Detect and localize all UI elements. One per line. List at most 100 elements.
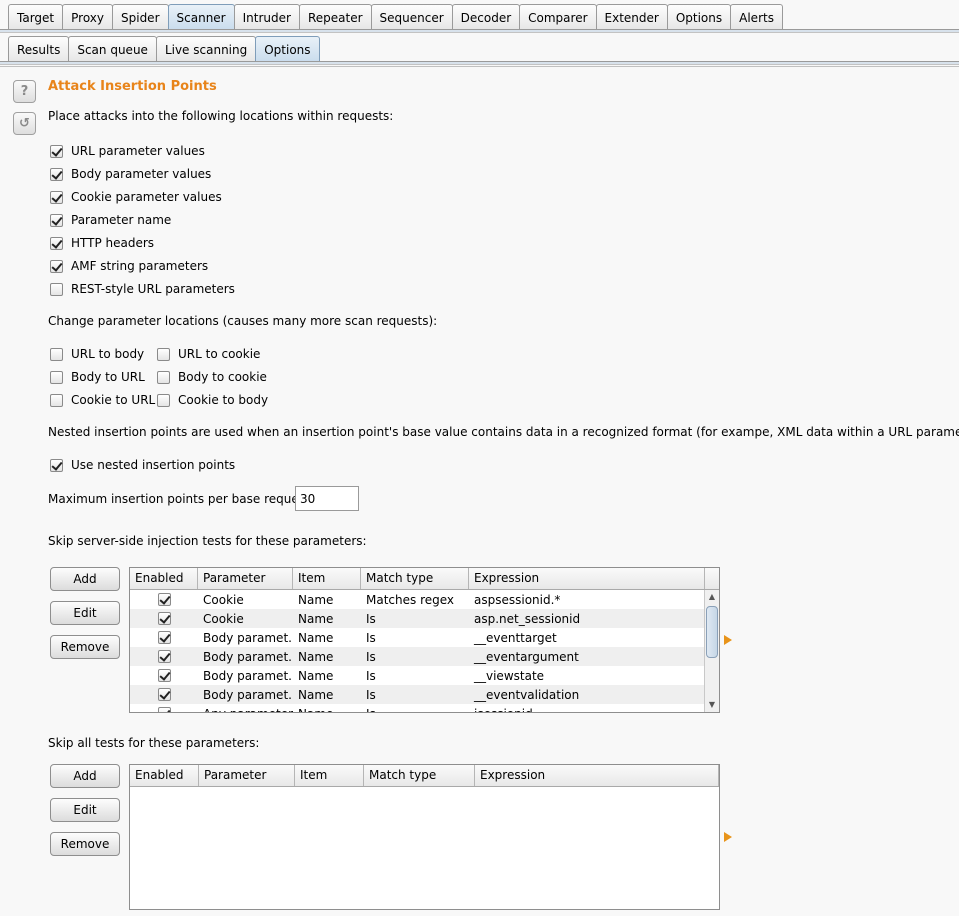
table-row[interactable]: Any parameterNameIsjsessionid bbox=[130, 704, 719, 712]
tab-proxy[interactable]: Proxy bbox=[62, 4, 113, 30]
checkbox-box[interactable] bbox=[157, 370, 170, 384]
enabled-cell[interactable] bbox=[130, 688, 198, 701]
checkbox-box[interactable] bbox=[157, 393, 170, 407]
checkbox-box[interactable] bbox=[50, 458, 63, 472]
enabled-checkbox[interactable] bbox=[157, 688, 171, 701]
item-cell: Name bbox=[298, 630, 334, 645]
table-row[interactable]: Body paramet... Name Is __eventvalidation bbox=[130, 685, 719, 704]
rest-style-url-parameters-checkbox[interactable]: REST-style URL parameters bbox=[50, 282, 235, 296]
expr-cell: __viewstate bbox=[474, 668, 545, 683]
table-row[interactable]: Cookie Name Matches regex aspsessionid.* bbox=[130, 590, 719, 609]
tab-sequencer[interactable]: Sequencer bbox=[370, 4, 453, 30]
subtab-options[interactable]: Options bbox=[255, 36, 320, 62]
checkbox-box[interactable] bbox=[50, 347, 63, 361]
tab-extender[interactable]: Extender bbox=[595, 4, 668, 30]
add-button-1[interactable]: Add bbox=[50, 567, 120, 591]
column-header-item[interactable]: Item bbox=[295, 765, 364, 786]
tab-comparer[interactable]: Comparer bbox=[519, 4, 597, 30]
enabled-checkbox[interactable] bbox=[157, 669, 171, 682]
tab-scanner[interactable]: Scanner bbox=[167, 4, 235, 30]
checkbox-box[interactable] bbox=[50, 393, 63, 407]
url-to-body-checkbox[interactable]: URL to body bbox=[50, 347, 144, 361]
checkbox-box[interactable] bbox=[50, 213, 63, 227]
scroll-down-icon[interactable]: ▼ bbox=[705, 698, 719, 712]
expand-arrow-icon[interactable] bbox=[724, 832, 732, 842]
table-body: Cookie Name Matches regex aspsessionid.* Coo… bbox=[130, 590, 719, 712]
enabled-cell[interactable] bbox=[130, 612, 198, 625]
skip-server-label: Skip server-side injection tests for the… bbox=[48, 534, 367, 548]
checkbox-box[interactable] bbox=[50, 236, 63, 250]
url-to-cookie-checkbox[interactable]: URL to cookie bbox=[157, 347, 260, 361]
enabled-checkbox[interactable] bbox=[157, 631, 171, 644]
enabled-cell[interactable] bbox=[130, 707, 198, 712]
checkbox-box[interactable] bbox=[50, 144, 63, 158]
column-header-parameter[interactable]: Parameter bbox=[199, 765, 295, 786]
table-row[interactable]: Cookie Name Is asp.net_sessionid bbox=[130, 609, 719, 628]
table-row[interactable]: Body paramet... Name Is __eventtarget bbox=[130, 628, 719, 647]
table-row[interactable]: Body paramet... Name Is __viewstate bbox=[130, 666, 719, 685]
url-parameter-values-checkbox[interactable]: URL parameter values bbox=[50, 144, 205, 158]
subtab-results[interactable]: Results bbox=[8, 36, 70, 62]
body-to-url-checkbox[interactable]: Body to URL bbox=[50, 370, 145, 384]
tab-target[interactable]: Target bbox=[8, 4, 64, 30]
checkbox-box[interactable] bbox=[50, 282, 63, 296]
edit-button-2[interactable]: Edit bbox=[50, 798, 120, 822]
tab-decoder[interactable]: Decoder bbox=[451, 4, 521, 30]
tab-spider[interactable]: Spider bbox=[112, 4, 169, 30]
body-parameter-values-checkbox[interactable]: Body parameter values bbox=[50, 167, 211, 181]
checkbox-box[interactable] bbox=[50, 259, 63, 273]
enabled-cell[interactable] bbox=[130, 631, 198, 644]
scroll-thumb[interactable] bbox=[706, 606, 718, 658]
column-header-enabled[interactable]: Enabled bbox=[130, 568, 198, 589]
enabled-cell[interactable] bbox=[130, 669, 198, 682]
add-button-2[interactable]: Add bbox=[50, 764, 120, 788]
skip-server-table[interactable]: Enabled Parameter Item Match type Expression… bbox=[129, 567, 720, 713]
enabled-cell[interactable] bbox=[130, 593, 198, 606]
expand-arrow-icon[interactable] bbox=[724, 635, 732, 645]
tab-intruder[interactable]: Intruder bbox=[233, 4, 300, 30]
column-header-expression[interactable]: Expression bbox=[475, 765, 719, 786]
enabled-checkbox[interactable] bbox=[157, 707, 171, 712]
table-row[interactable]: Body paramet... Name Is __eventargument bbox=[130, 647, 719, 666]
checkbox-box[interactable] bbox=[50, 370, 63, 384]
change-locations-intro: Change parameter locations (causes many … bbox=[48, 314, 438, 328]
cookie-to-url-checkbox[interactable]: Cookie to URL bbox=[50, 393, 155, 407]
enabled-checkbox[interactable] bbox=[157, 650, 171, 663]
reset-defaults-icon[interactable]: ↺ bbox=[13, 112, 36, 135]
amf-string-parameters-label: AMF string parameters bbox=[71, 259, 209, 273]
body-to-cookie-checkbox[interactable]: Body to cookie bbox=[157, 370, 267, 384]
checkbox-box[interactable] bbox=[50, 167, 63, 181]
cookie-to-body-checkbox[interactable]: Cookie to body bbox=[157, 393, 268, 407]
column-header-expression[interactable]: Expression bbox=[469, 568, 705, 589]
parameter-name-checkbox[interactable]: Parameter name bbox=[50, 213, 171, 227]
column-header-match-type[interactable]: Match type bbox=[361, 568, 469, 589]
column-header-item[interactable]: Item bbox=[293, 568, 361, 589]
cookie-parameter-values-checkbox[interactable]: Cookie parameter values bbox=[50, 190, 222, 204]
help-icon[interactable]: ? bbox=[13, 80, 36, 103]
amf-string-parameters-checkbox[interactable]: AMF string parameters bbox=[50, 259, 208, 273]
enabled-checkbox[interactable] bbox=[157, 593, 171, 606]
edit-button-1[interactable]: Edit bbox=[50, 601, 120, 625]
use-nested-checkbox[interactable]: Use nested insertion points bbox=[50, 458, 235, 472]
subtab-live-scanning[interactable]: Live scanning bbox=[155, 36, 257, 62]
tab-options[interactable]: Options bbox=[666, 4, 732, 30]
body-to-cookie-label: Body to cookie bbox=[178, 370, 267, 384]
remove-button-1[interactable]: Remove bbox=[50, 635, 120, 659]
scroll-up-icon[interactable]: ▲ bbox=[705, 590, 719, 604]
skip-all-table[interactable]: Enabled Parameter Item Match type Expression bbox=[129, 764, 720, 910]
http-headers-checkbox[interactable]: HTTP headers bbox=[50, 236, 154, 250]
table-scrollbar[interactable]: ▲ ▼ bbox=[704, 590, 719, 712]
checkbox-box[interactable] bbox=[157, 347, 170, 361]
column-header-enabled[interactable]: Enabled bbox=[130, 765, 199, 786]
enabled-checkbox[interactable] bbox=[157, 612, 171, 625]
subtab-scan-queue[interactable]: Scan queue bbox=[68, 36, 157, 62]
column-header-match-type[interactable]: Match type bbox=[364, 765, 475, 786]
checkbox-box[interactable] bbox=[50, 190, 63, 204]
column-header-parameter[interactable]: Parameter bbox=[198, 568, 293, 589]
tab-alerts[interactable]: Alerts bbox=[730, 4, 783, 30]
tab-repeater[interactable]: Repeater bbox=[298, 4, 372, 30]
item-cell: Name bbox=[298, 649, 334, 664]
max-insertion-input[interactable] bbox=[295, 486, 359, 511]
enabled-cell[interactable] bbox=[130, 650, 198, 663]
remove-button-2[interactable]: Remove bbox=[50, 832, 120, 856]
